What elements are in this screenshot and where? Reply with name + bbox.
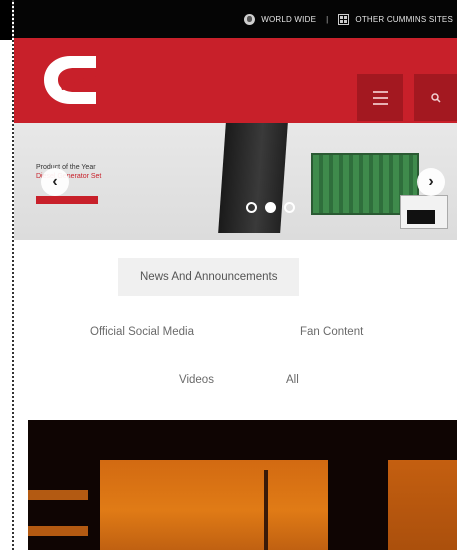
page-frame-edge [0,0,14,550]
chevron-left-icon: ‹ [52,173,58,190]
product-image-small [400,195,448,229]
tab-official-social-media[interactable]: Official Social Media [90,326,194,338]
image-pole [264,470,268,550]
menu-button[interactable] [357,74,403,121]
cummins-logo[interactable] [40,52,100,108]
search-button[interactable] [414,74,457,121]
tab-all[interactable]: All [286,374,299,386]
carousel-dot-1[interactable] [246,202,257,213]
sites-grid-icon [338,13,350,25]
tab-news-and-announcements[interactable]: News And Announcements [118,258,300,296]
globe-icon [244,13,256,25]
utility-bar: WORLD WIDE | OTHER CUMMINS SITES [14,0,457,38]
product-image-dark [218,123,288,233]
world-wide-label: WORLD WIDE [261,14,317,24]
tab-fan-content[interactable]: Fan Content [300,326,363,338]
image-glow-area [100,460,328,550]
tab-videos[interactable]: Videos [179,374,214,386]
hero-carousel: Product of the Year Diesel Generator Set… [14,123,457,240]
other-sites-link[interactable]: OTHER CUMMINS SITES [338,13,453,25]
site-header [14,38,457,123]
other-sites-label: OTHER CUMMINS SITES [355,14,453,24]
search-icon [430,92,441,103]
content-filter-tabs: News And Announcements Official Social M… [14,240,457,418]
feature-post-image[interactable] [28,420,457,550]
carousel-dot-3[interactable] [284,202,295,213]
carousel-dot-2[interactable] [265,202,276,213]
hero-accent-bar [36,196,98,204]
carousel-prev-button[interactable]: ‹ [41,168,69,196]
carousel-next-button[interactable]: › [417,168,445,196]
topbar-separator: | [326,14,329,24]
world-wide-link[interactable]: WORLD WIDE [244,13,317,25]
hamburger-icon [372,90,388,93]
chevron-right-icon: › [428,173,434,190]
carousel-indicators [246,202,295,213]
